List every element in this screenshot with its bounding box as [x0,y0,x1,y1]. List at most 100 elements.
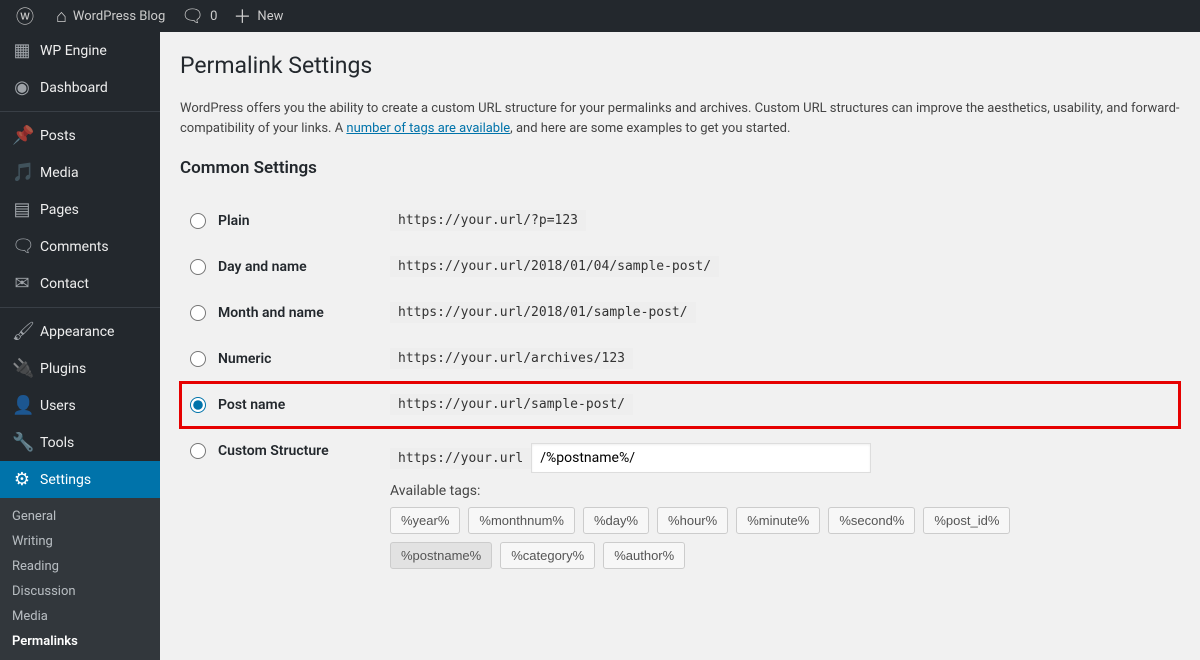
option-label[interactable]: Custom Structure [190,443,370,459]
sidebar-item-wp-engine[interactable]: ▦ WP Engine [0,32,160,69]
tag-button[interactable]: %year% [390,507,460,534]
option-label-text: Numeric [218,351,271,367]
submenu-item-discussion[interactable]: Discussion [0,579,160,604]
submenu-item-general[interactable]: General [0,504,160,529]
option-example: https://your.url/2018/01/sample-post/ [390,302,696,323]
tag-button[interactable]: %author% [603,542,685,569]
tags-doc-link[interactable]: number of tags are available [346,121,510,136]
sidebar-item-label: Appearance [40,324,114,340]
media-icon: 🎵 [12,162,32,183]
option-label[interactable]: Month and name [190,305,370,321]
permalink-option-plain: Plain https://your.url/?p=123 [180,198,1180,244]
sidebar-item-label: Media [40,165,79,181]
option-example: https://your.url/sample-post/ [390,394,633,415]
option-radio[interactable] [190,351,206,367]
new-content[interactable]: ＋ New [225,0,291,32]
permalink-option-custom-structure: Custom Structure https://your.url Availabl… [180,428,1180,584]
option-radio[interactable] [190,397,206,413]
admin-sidebar: ▦ WP Engine ◉ Dashboard 📌 Posts 🎵 Media ▤Pages 🗨 C… [0,32,160,660]
sidebar-item-label: Posts [40,128,76,144]
submenu-item-writing[interactable]: Writing [0,529,160,554]
plus-icon: ＋ [233,3,251,29]
comments-count: 0 [210,9,217,24]
site-name[interactable]: ⌂ WordPress Blog [48,0,173,32]
option-radio[interactable] [190,443,206,459]
permalink-options-table: Plain https://your.url/?p=123 Day and name… [180,198,1180,584]
sidebar-item-users[interactable]: 👤 Users [0,387,160,424]
option-example: https://your.url/2018/01/04/sample-post/ [390,256,719,277]
sidebar-item-label: Users [40,398,76,414]
comment-icon: 🗨 [12,236,32,257]
wordpress-icon: ⓦ [16,3,34,29]
page-description: WordPress offers you the ability to crea… [180,99,1180,138]
user-icon: 👤 [12,395,32,416]
submenu-item-permalinks[interactable]: Permalinks [0,629,160,654]
tag-button[interactable]: %minute% [736,507,820,534]
site-title-text: WordPress Blog [73,9,165,24]
tag-button[interactable]: %monthnum% [468,507,575,534]
sidebar-item-pages[interactable]: ▤Pages [0,191,160,228]
comments-bubble[interactable]: 🗨0 [173,0,225,32]
tag-button[interactable]: %post_id% [923,507,1010,534]
option-radio[interactable] [190,305,206,321]
tag-button[interactable]: %postname% [390,542,492,569]
sidebar-item-label: Dashboard [40,80,108,96]
option-label-text: Day and name [218,259,307,275]
submenu-item-media[interactable]: Media [0,604,160,629]
option-label-text: Month and name [218,305,324,321]
dashboard-icon: ◉ [12,77,32,98]
plug-icon: 🔌 [12,358,32,379]
section-heading: Common Settings [180,158,1180,178]
tag-button[interactable]: %category% [500,542,595,569]
option-example: https://your.url/?p=123 [390,210,586,231]
desc-text-post: , and here are some examples to get you … [510,121,790,136]
wpengine-icon: ▦ [12,40,32,61]
home-icon: ⌂ [56,6,67,27]
custom-structure-input[interactable] [531,443,871,473]
tag-button[interactable]: %hour% [657,507,728,534]
sidebar-item-tools[interactable]: 🔧 Tools [0,424,160,461]
permalink-option-month-and-name: Month and name https://your.url/2018/01/s… [180,290,1180,336]
brush-icon: 🖌 [12,321,32,342]
content-body: Permalink Settings WordPress offers you … [160,32,1200,604]
permalink-option-post-name: Post name https://your.url/sample-post/ [180,382,1180,428]
sidebar-item-plugins[interactable]: 🔌 Plugins [0,350,160,387]
sidebar-item-label: Plugins [40,361,86,377]
option-radio[interactable] [190,213,206,229]
sidebar-item-label: Comments [40,239,109,255]
option-label-text: Plain [218,213,250,229]
tag-button[interactable]: %second% [828,507,915,534]
page-title: Permalink Settings [180,32,1180,89]
sidebar-item-dashboard[interactable]: ◉ Dashboard [0,69,160,106]
option-radio[interactable] [190,259,206,275]
page-icon: ▤ [12,199,32,220]
sidebar-item-label: Contact [40,276,89,292]
wp-logo[interactable]: ⓦ [8,0,48,32]
sliders-icon: ⚙ [12,469,32,490]
sidebar-item-media[interactable]: 🎵 Media [0,154,160,191]
submenu-item-reading[interactable]: Reading [0,554,160,579]
wrench-icon: 🔧 [12,432,32,453]
option-label-text: Custom Structure [218,443,329,459]
sidebar-item-contact[interactable]: ✉ Contact [0,265,160,302]
sidebar-item-appearance[interactable]: 🖌 Appearance [0,313,160,350]
option-label[interactable]: Day and name [190,259,370,275]
option-label[interactable]: Post name [190,397,370,413]
option-label[interactable]: Numeric [190,351,370,367]
admin-bar: ⓦ ⌂WordPress Blog 🗨0 ＋New [0,0,1200,32]
sidebar-item-label: WP Engine [40,43,107,59]
sidebar-item-posts[interactable]: 📌 Posts [0,117,160,154]
sidebar-item-label: Tools [40,435,74,451]
comment-icon: 🗨 [181,6,204,27]
sidebar-item-settings[interactable]: ⚙Settings [0,461,160,498]
pin-icon: 📌 [12,125,32,146]
sidebar-item-comments[interactable]: 🗨 Comments [0,228,160,265]
available-tags-label: Available tags: [390,483,1170,499]
option-label[interactable]: Plain [190,213,370,229]
available-tags: %year% %monthnum% %day% %hour% %minute% %seco… [390,507,1110,569]
tag-button[interactable]: %day% [583,507,649,534]
option-example: https://your.url/archives/123 [390,348,633,369]
new-label: New [257,9,283,24]
custom-prefix: https://your.url [390,448,531,469]
mail-icon: ✉ [12,273,32,294]
